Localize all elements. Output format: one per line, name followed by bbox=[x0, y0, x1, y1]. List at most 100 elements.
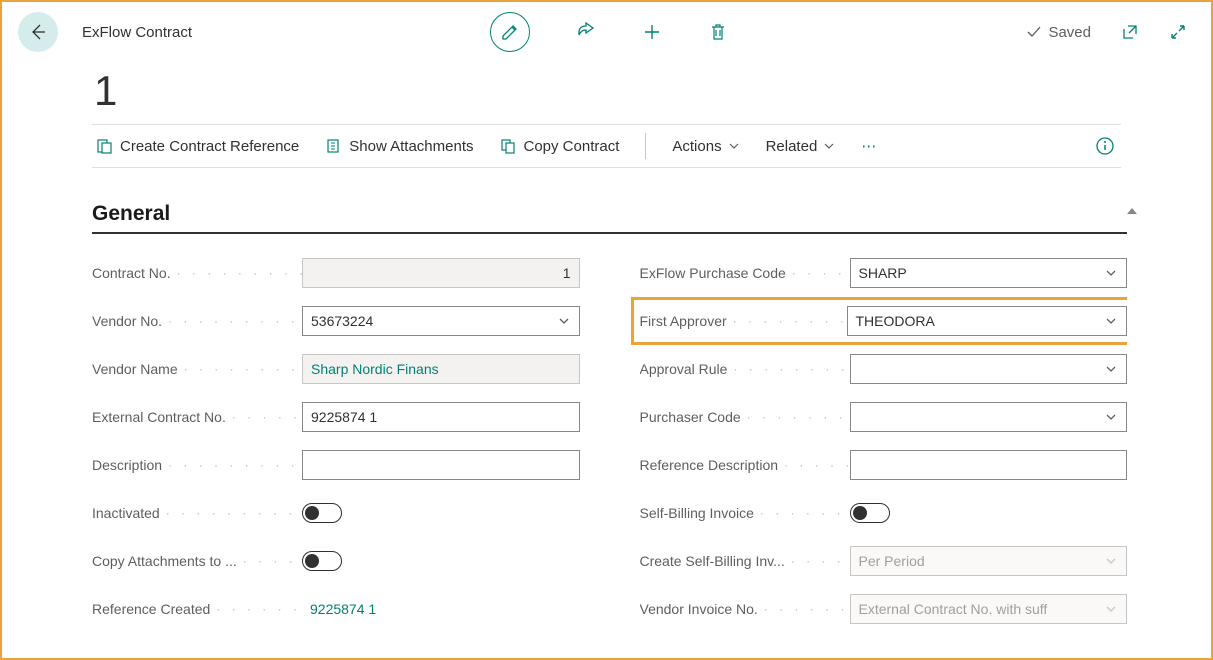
action-label: Show Attachments bbox=[349, 138, 473, 155]
label: Vendor Invoice No. bbox=[640, 601, 758, 617]
field-vendor-invoice-no: Vendor Invoice No.· · · · · · · · · · · … bbox=[640, 594, 1128, 624]
field-reference-created: Reference Created· · · · · · · · · · · ·… bbox=[92, 594, 580, 624]
action-create-contract-reference[interactable]: Create Contract Reference bbox=[96, 138, 299, 155]
app-frame: ExFlow Contract Saved bbox=[0, 0, 1213, 660]
header-right: Saved bbox=[1026, 23, 1187, 41]
first-approver-select[interactable]: THEODORA bbox=[847, 306, 1128, 336]
label: Approval Rule bbox=[640, 361, 728, 377]
field-first-approver: First Approver· · · · · · · · · · · · · … bbox=[631, 297, 1128, 345]
copy-attachments-toggle[interactable] bbox=[302, 551, 342, 571]
field-vendor-no: Vendor No.· · · · · · · · · · · · · 5367… bbox=[92, 306, 580, 336]
field-purchaser-code: Purchaser Code· · · · · · · · · · · · · bbox=[640, 402, 1128, 432]
header-center-actions bbox=[192, 12, 1026, 52]
popout-button[interactable] bbox=[1121, 23, 1139, 41]
new-button[interactable] bbox=[642, 22, 662, 42]
divider bbox=[645, 133, 646, 159]
expand-button[interactable] bbox=[1169, 23, 1187, 41]
trash-icon bbox=[708, 22, 728, 42]
info-button[interactable] bbox=[1095, 136, 1115, 156]
saved-label: Saved bbox=[1048, 24, 1091, 41]
chevron-down-icon bbox=[1104, 314, 1118, 328]
action-label: Create Contract Reference bbox=[120, 138, 299, 155]
chevron-down-icon bbox=[1104, 266, 1118, 280]
chevron-down-icon bbox=[1104, 554, 1118, 568]
delete-button[interactable] bbox=[708, 22, 728, 42]
vendor-invoice-no-select[interactable]: External Contract No. with suff bbox=[850, 594, 1128, 624]
label: Purchaser Code bbox=[640, 409, 741, 425]
label: Create Self-Billing Inv... bbox=[640, 553, 785, 569]
create-self-billing-select[interactable]: Per Period bbox=[850, 546, 1128, 576]
label: Vendor No. bbox=[92, 313, 162, 329]
copy-icon bbox=[500, 138, 516, 154]
chevron-down-icon bbox=[557, 314, 571, 328]
document-link-icon bbox=[96, 138, 112, 154]
field-contract-no: Contract No.· · · · · · · · · · · · · 1 bbox=[92, 258, 580, 288]
reference-created-display[interactable]: 9225874 1 bbox=[302, 594, 580, 624]
reference-description-input[interactable] bbox=[850, 450, 1128, 480]
vendor-no-select[interactable]: 53673224 bbox=[302, 306, 580, 336]
chevron-down-icon bbox=[1104, 410, 1118, 424]
share-button[interactable] bbox=[576, 22, 596, 42]
saved-status: Saved bbox=[1026, 24, 1091, 41]
more-options[interactable]: ⋯ bbox=[861, 137, 878, 155]
label: Contract No. bbox=[92, 265, 171, 281]
page-type-label: ExFlow Contract bbox=[82, 24, 192, 41]
menu-label: Related bbox=[766, 138, 818, 155]
field-external-contract-no: External Contract No.· · · · · · · · · ·… bbox=[92, 402, 580, 432]
contract-no-input[interactable]: 1 bbox=[302, 258, 580, 288]
label: External Contract No. bbox=[92, 409, 226, 425]
label: Copy Attachments to ... bbox=[92, 553, 237, 569]
self-billing-toggle[interactable] bbox=[850, 503, 890, 523]
related-menu[interactable]: Related bbox=[766, 138, 836, 155]
field-inactivated: Inactivated· · · · · · · · · · · · · bbox=[92, 498, 580, 528]
inactivated-toggle[interactable] bbox=[302, 503, 342, 523]
approval-rule-select[interactable] bbox=[850, 354, 1128, 384]
action-show-attachments[interactable]: Show Attachments bbox=[325, 138, 473, 155]
action-label: Copy Contract bbox=[524, 138, 620, 155]
field-exflow-purchase-code: ExFlow Purchase Code· · · · · · · · · · … bbox=[640, 258, 1128, 288]
record-title: 1 bbox=[2, 62, 1211, 124]
content-area: General Contract No.· · · · · · · · · · … bbox=[92, 202, 1127, 658]
action-bar: Create Contract Reference Show Attachmen… bbox=[92, 124, 1121, 168]
back-button[interactable] bbox=[18, 12, 58, 52]
label: Inactivated bbox=[92, 505, 160, 521]
external-contract-no-input[interactable]: 9225874 1 bbox=[302, 402, 580, 432]
label: Reference Description bbox=[640, 457, 779, 473]
purchaser-code-select[interactable] bbox=[850, 402, 1128, 432]
scrollbar[interactable] bbox=[1127, 208, 1135, 654]
label: Vendor Name bbox=[92, 361, 178, 377]
action-copy-contract[interactable]: Copy Contract bbox=[500, 138, 620, 155]
field-create-self-billing-inv: Create Self-Billing Inv...· · · · · · · … bbox=[640, 546, 1128, 576]
general-fields: Contract No.· · · · · · · · · · · · · 1 … bbox=[92, 258, 1127, 624]
chevron-down-icon bbox=[823, 140, 835, 152]
label: Description bbox=[92, 457, 162, 473]
chevron-down-icon bbox=[1104, 362, 1118, 376]
pencil-icon bbox=[501, 23, 519, 41]
vendor-name-display[interactable]: Sharp Nordic Finans bbox=[302, 354, 580, 384]
info-icon bbox=[1095, 136, 1115, 156]
purchase-code-select[interactable]: SHARP bbox=[850, 258, 1128, 288]
field-approval-rule: Approval Rule· · · · · · · · · · · · · bbox=[640, 354, 1128, 384]
field-description: Description· · · · · · · · · · · · · bbox=[92, 450, 580, 480]
check-icon bbox=[1026, 24, 1042, 40]
actions-menu[interactable]: Actions bbox=[672, 138, 739, 155]
popout-icon bbox=[1121, 23, 1139, 41]
left-column: Contract No.· · · · · · · · · · · · · 1 … bbox=[92, 258, 580, 624]
field-vendor-name: Vendor Name· · · · · · · · · · · · · Sha… bbox=[92, 354, 580, 384]
section-title-general[interactable]: General bbox=[92, 202, 1127, 234]
description-input[interactable] bbox=[302, 450, 580, 480]
scroll-up-icon bbox=[1127, 208, 1137, 214]
header: ExFlow Contract Saved bbox=[2, 2, 1211, 62]
label: Reference Created bbox=[92, 601, 210, 617]
field-self-billing-invoice: Self-Billing Invoice· · · · · · · · · · … bbox=[640, 498, 1128, 528]
arrow-left-icon bbox=[28, 22, 48, 42]
chevron-down-icon bbox=[728, 140, 740, 152]
chevron-down-icon bbox=[1104, 602, 1118, 616]
share-icon bbox=[576, 22, 596, 42]
field-reference-description: Reference Description· · · · · · · · · ·… bbox=[640, 450, 1128, 480]
field-copy-attachments: Copy Attachments to ...· · · · · · · · ·… bbox=[92, 546, 580, 576]
edit-button[interactable] bbox=[490, 12, 530, 52]
attachment-icon bbox=[325, 138, 341, 154]
expand-icon bbox=[1169, 23, 1187, 41]
label: First Approver bbox=[640, 313, 727, 329]
